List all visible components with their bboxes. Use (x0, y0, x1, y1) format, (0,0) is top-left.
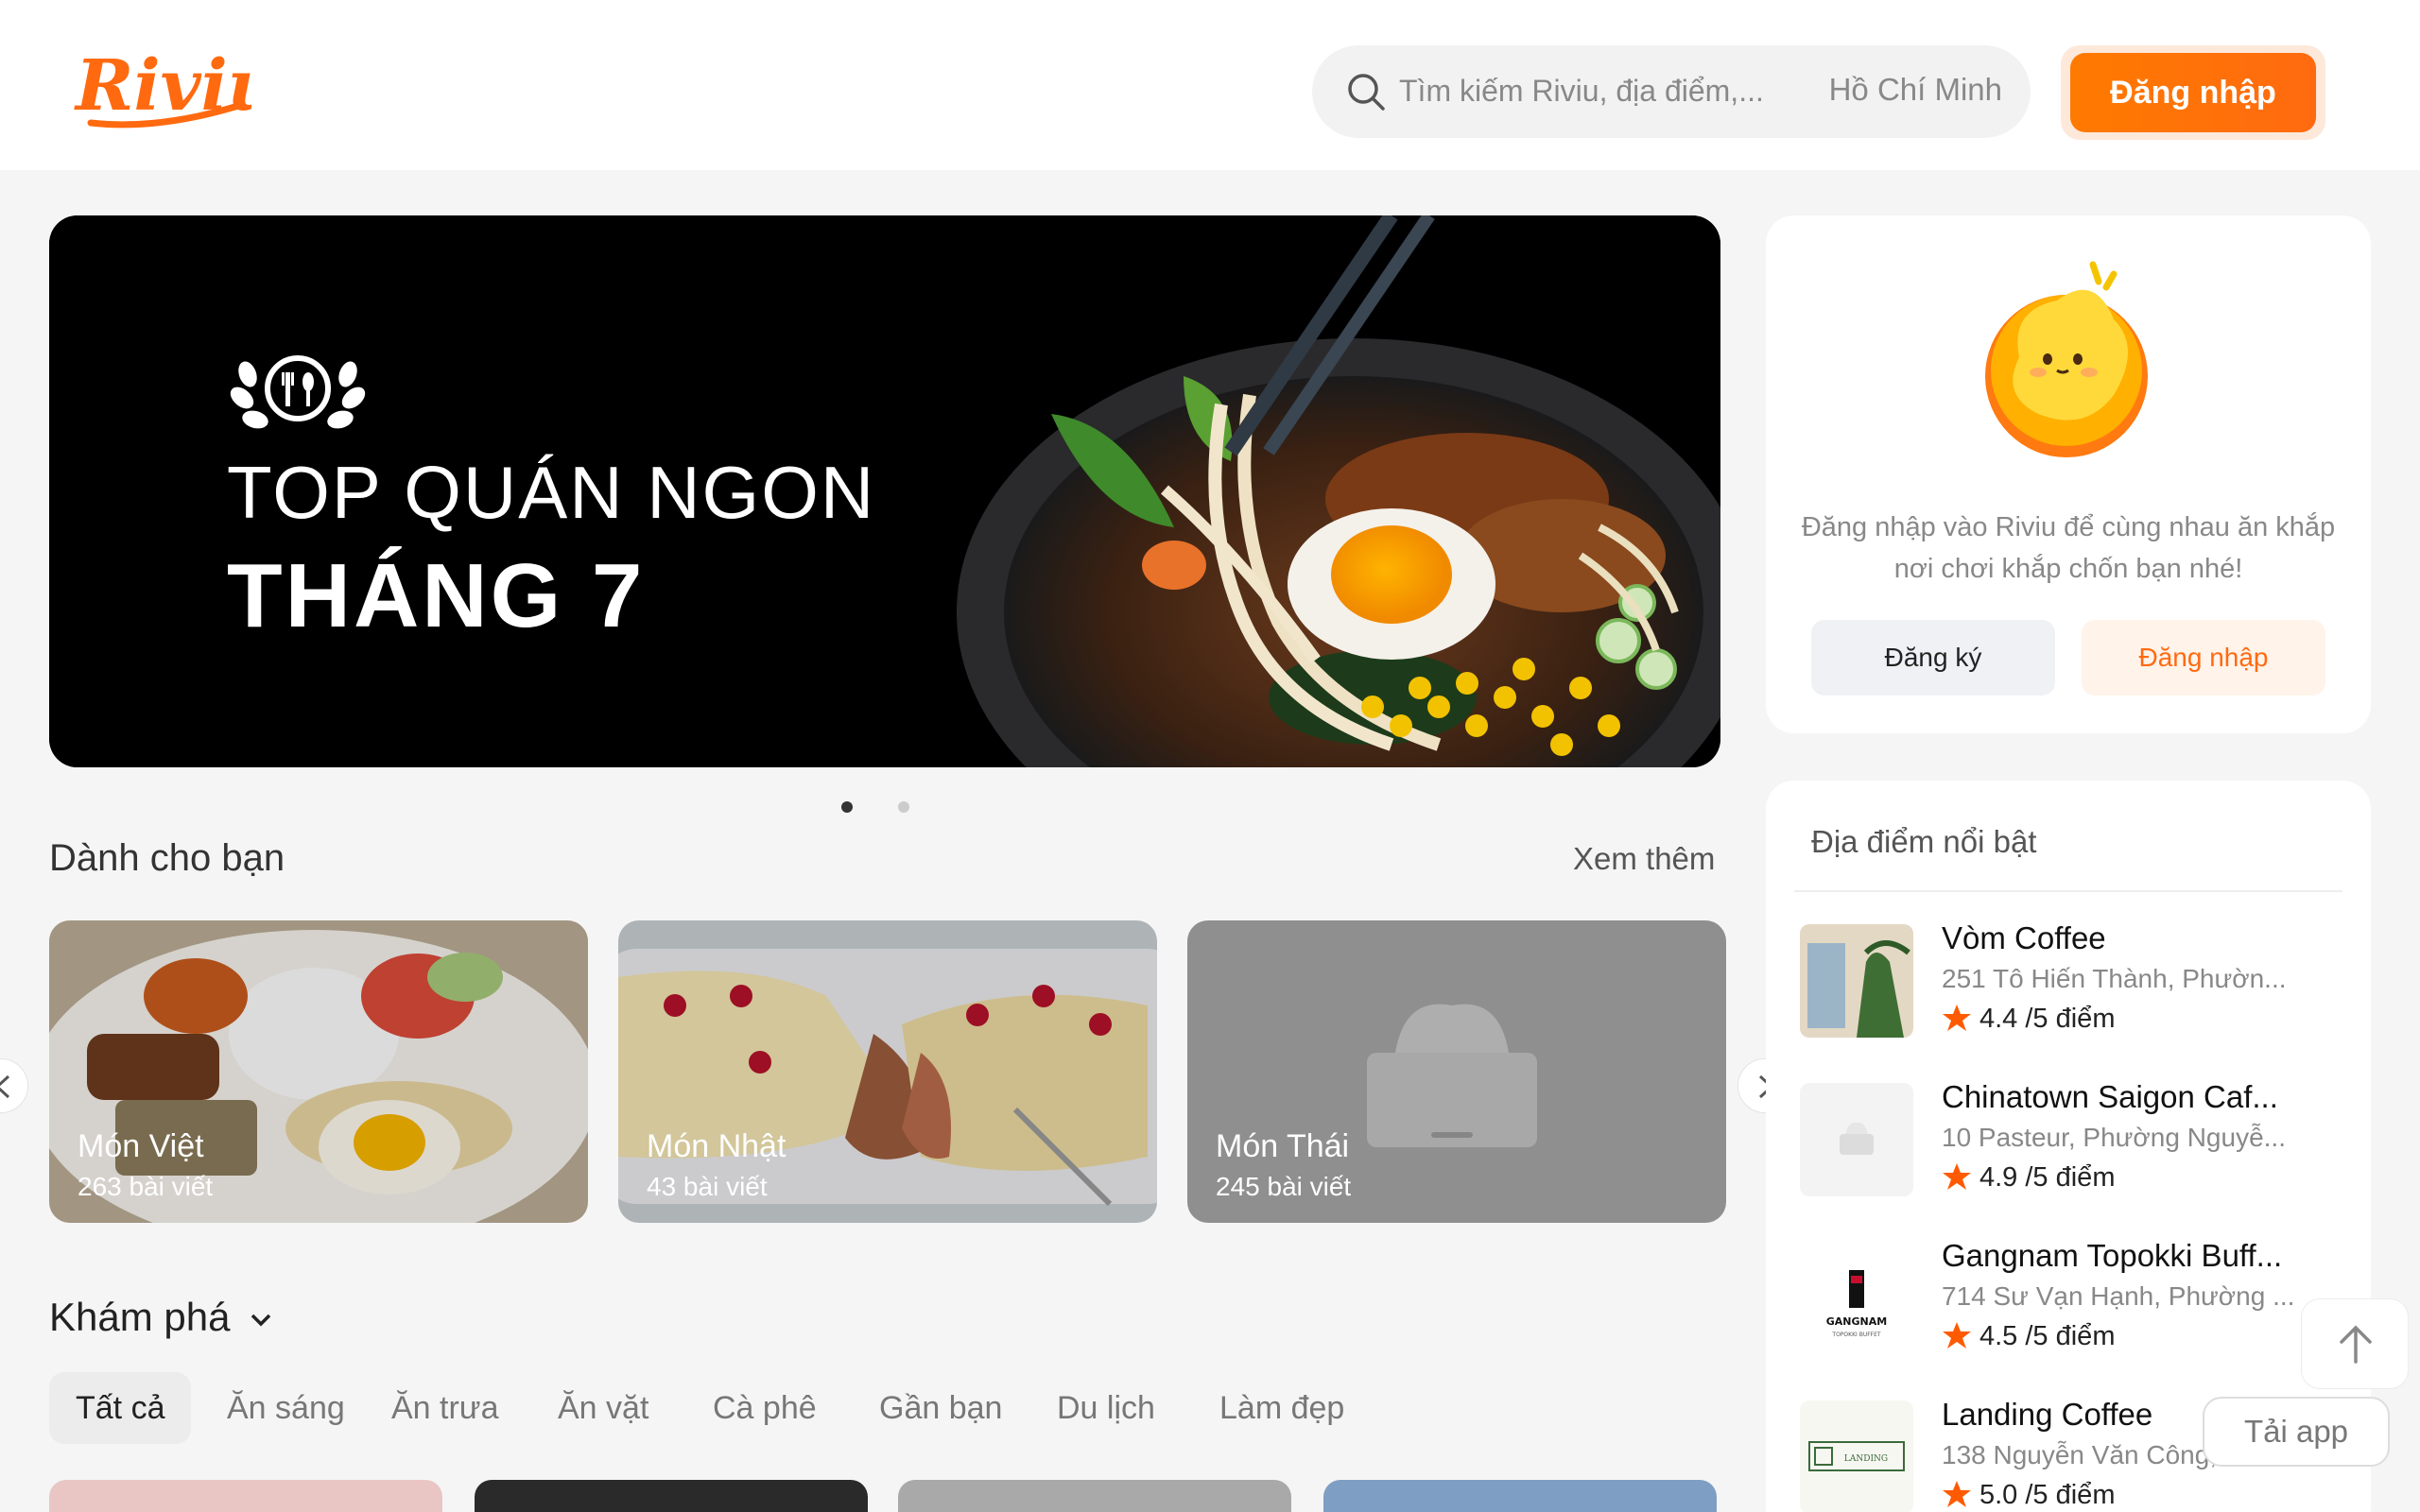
award-laurel-icon (230, 355, 366, 429)
tab-breakfast[interactable]: Ăn sáng (200, 1372, 372, 1444)
category-name: Món Nhật (647, 1128, 786, 1164)
place-item[interactable]: Chinatown Saigon Caf... 10 Pasteur, Phườ… (1800, 1079, 2348, 1202)
place-thumbnail: GANGNAM TOPOKKI BUFFET (1800, 1242, 1913, 1355)
tab-nearby[interactable]: Gần bạn (853, 1372, 1028, 1444)
category-count: 43 bài viết (647, 1172, 768, 1201)
place-rating: 4.4 /5 điểm (1942, 1004, 2115, 1035)
search-icon (1348, 74, 1385, 111)
search-input[interactable]: Tìm kiếm Riviu, địa điểm,... (1399, 74, 1764, 109)
get-app-button[interactable]: Tải app (2203, 1397, 2390, 1467)
star-icon (1943, 1481, 1971, 1507)
chevron-down-icon[interactable] (248, 1310, 274, 1331)
place-name: Chinatown Saigon Caf... (1942, 1079, 2278, 1114)
city-selector[interactable]: Hồ Chí Minh (1829, 72, 2002, 108)
carousel-dots (841, 801, 917, 815)
place-address: 714 Sư Vạn Hạnh, Phường ... (1942, 1281, 2295, 1311)
category-count: 245 bài viết (1216, 1172, 1352, 1201)
divider (1794, 890, 2342, 892)
tab-beauty[interactable]: Làm đẹp (1193, 1372, 1371, 1444)
star-icon (1943, 1163, 1971, 1190)
for-you-title: Dành cho bạn (49, 837, 285, 879)
place-rating-text: 5.0 /5 điểm (1979, 1480, 2116, 1510)
register-button[interactable]: Đăng ký (1811, 620, 2055, 696)
post-thumbnail[interactable] (1323, 1480, 1717, 1512)
place-address: 138 Nguyễn Văn Công, (1942, 1440, 2218, 1469)
place-address: 10 Pasteur, Phường Nguyễ... (1942, 1123, 2286, 1152)
mascot-illustration (1985, 261, 2148, 457)
banner-subheadline: THÁNG 7 (227, 545, 646, 646)
place-thumbnail (1800, 1083, 1913, 1196)
login-prompt-message: Đăng nhập vào Riviu để cùng nhau ăn khắp… (1801, 512, 2336, 584)
carousel-prev-button[interactable] (0, 1058, 28, 1113)
category-name: Món Thái (1216, 1128, 1350, 1164)
chevron-left-icon (0, 1074, 10, 1099)
banner-headline: TOP QUÁN NGON (227, 451, 876, 534)
place-address: 251 Tô Hiến Thành, Phườn... (1942, 964, 2287, 993)
promo-banner[interactable]: TOP QUÁN NGON THÁNG 7 (49, 215, 1720, 767)
star-icon (1943, 1005, 1971, 1031)
place-thumbnail: LANDING (1800, 1400, 1913, 1512)
svg-text:GANGNAM: GANGNAM (1826, 1315, 1887, 1328)
place-rating-text: 4.5 /5 điểm (1979, 1321, 2116, 1351)
category-card-nhat[interactable]: Món Nhật 43 bài viết (618, 920, 1157, 1223)
login-button-wrapper: Đăng nhập (2061, 45, 2325, 140)
category-card-viet[interactable]: Món Việt 263 bài viết (49, 920, 588, 1223)
arrow-up-icon (2340, 1325, 2372, 1364)
place-rating: 4.5 /5 điểm (1942, 1321, 2115, 1352)
place-name: Landing Coffee (1942, 1397, 2153, 1432)
star-icon (1943, 1322, 1971, 1349)
svg-text:Riviu: Riviu (74, 45, 251, 127)
place-name: Gangnam Topokki Buff... (1942, 1238, 2283, 1273)
tab-all[interactable]: Tất cả (49, 1372, 192, 1444)
tab-snacks[interactable]: Ăn vặt (531, 1372, 675, 1444)
post-thumbnail[interactable] (49, 1480, 442, 1512)
login-prompt-card: Đăng nhập vào Riviu để cùng nhau ăn khắp… (1766, 215, 2371, 733)
card-login-button[interactable]: Đăng nhập (2082, 620, 2325, 696)
explore-title[interactable]: Khám phá (49, 1295, 230, 1340)
place-thumbnail (1800, 924, 1913, 1038)
search-bar[interactable]: Tìm kiếm Riviu, địa điểm,... Hồ Chí Minh (1312, 45, 2031, 138)
place-rating: 4.9 /5 điểm (1942, 1162, 2115, 1194)
svg-text:TOPOKKI BUFFET: TOPOKKI BUFFET (1831, 1332, 1880, 1338)
header-login-button[interactable]: Đăng nhập (2070, 53, 2316, 132)
post-thumbnail[interactable] (898, 1480, 1291, 1512)
top-header: Riviu Tìm kiếm Riviu, địa điểm,... Hồ Ch… (0, 0, 2420, 170)
category-name: Món Việt (78, 1128, 204, 1164)
svg-text:LANDING: LANDING (1844, 1454, 1888, 1464)
riviu-logo[interactable]: Riviu (72, 36, 251, 140)
place-rating-text: 4.9 /5 điểm (1979, 1162, 2116, 1193)
place-name: Vòm Coffee (1942, 920, 2106, 955)
place-rating-text: 4.4 /5 điểm (1979, 1004, 2116, 1034)
carousel-dot-active[interactable] (841, 801, 853, 813)
carousel-dot[interactable] (898, 801, 909, 813)
post-thumbnail[interactable] (475, 1480, 868, 1512)
scroll-to-top-button[interactable] (2301, 1298, 2409, 1389)
place-item[interactable]: Vòm Coffee 251 Tô Hiến Thành, Phườn... 4… (1800, 920, 2348, 1043)
place-item[interactable]: GANGNAM TOPOKKI BUFFET Gangnam Topokki B… (1800, 1238, 2348, 1361)
tab-lunch[interactable]: Ăn trưa (365, 1372, 525, 1444)
category-count: 263 bài viết (78, 1172, 214, 1201)
place-rating: 5.0 /5 điểm (1942, 1480, 2115, 1511)
category-card-thai[interactable]: Món Thái 245 bài viết (1187, 920, 1726, 1223)
see-more-link[interactable]: Xem thêm (1573, 841, 1715, 877)
tab-travel[interactable]: Du lịch (1030, 1372, 1182, 1444)
tab-coffee[interactable]: Cà phê (686, 1372, 843, 1444)
featured-places-title: Địa điểm nổi bật (1811, 824, 2037, 859)
